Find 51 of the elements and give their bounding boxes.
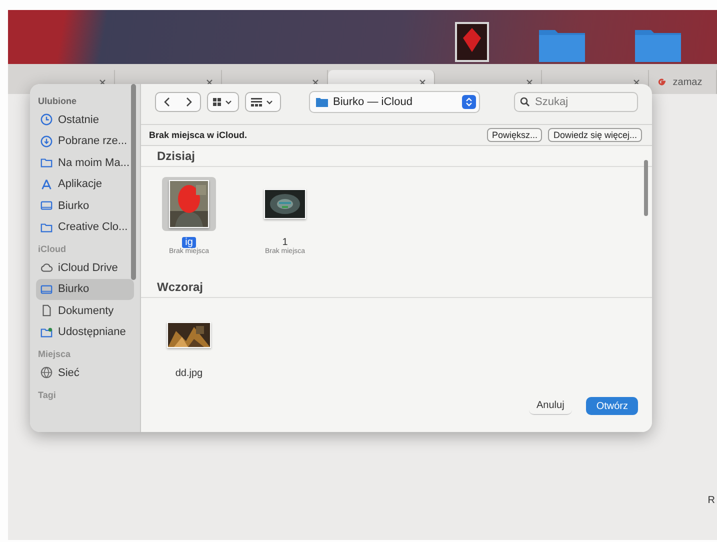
sidebar-item[interactable]: Ostatnie <box>36 109 134 130</box>
folder-icon <box>40 220 53 234</box>
search-icon <box>520 97 530 107</box>
close-icon[interactable] <box>312 78 320 86</box>
open-button[interactable]: Otwórz <box>586 397 638 415</box>
file-name[interactable]: dd.jpg <box>172 368 206 379</box>
sidebar-item[interactable]: Dokumenty <box>36 300 134 322</box>
sidebar-item[interactable]: Pobrane rze... <box>36 130 134 152</box>
close-icon[interactable] <box>98 78 106 86</box>
icon-view-button[interactable] <box>207 92 239 112</box>
clock-icon <box>40 113 53 126</box>
close-icon[interactable] <box>419 78 426 86</box>
file-name[interactable]: 1 <box>279 237 291 248</box>
close-icon[interactable] <box>632 78 640 86</box>
close-icon[interactable] <box>526 78 533 86</box>
sidebar-item[interactable]: iCloud Drive <box>36 257 134 278</box>
search-field[interactable]: Szukaj <box>514 92 638 112</box>
folder-icon <box>316 97 328 107</box>
sidebar-heading: Tagi <box>38 390 57 400</box>
sidebar-item[interactable]: Aplikacje <box>36 174 134 195</box>
thumbnail-highlight[interactable] <box>162 177 216 231</box>
group-view-button[interactable] <box>245 92 281 112</box>
sidebar-heading: Ulubione <box>38 96 78 106</box>
group-heading: Dzisiaj <box>141 146 652 167</box>
close-icon[interactable] <box>206 78 213 86</box>
banner-button[interactable]: Dowiedz się więcej... <box>548 128 642 142</box>
sidebar-item[interactable]: Udostępniane <box>36 322 134 343</box>
location-popup[interactable]: Biurko — iCloud <box>309 91 480 113</box>
banner-button[interactable]: Powiększ... <box>486 128 542 142</box>
cloud-icon <box>40 261 53 274</box>
banner-text: Brak miejsca w iCloud. <box>149 130 248 140</box>
sidebar-item[interactable]: Biurko <box>36 195 134 216</box>
sidebar-heading: iCloud <box>38 244 67 254</box>
sidebar-item[interactable]: Biurko <box>36 278 134 300</box>
sidebar-item[interactable]: Sieć <box>36 362 134 384</box>
shared-icon <box>40 326 53 339</box>
back-forward-control[interactable] <box>155 92 201 112</box>
page-text: R <box>708 495 715 506</box>
folder-icon <box>40 156 53 170</box>
apps-icon <box>40 178 53 191</box>
globe-icon <box>40 366 53 380</box>
file-name[interactable]: ig <box>182 237 196 248</box>
desktop-icon <box>40 282 53 296</box>
desktop-icon <box>40 199 53 212</box>
sidebar-item[interactable]: Na moim Ma... <box>36 152 134 174</box>
group-heading: Wczoraj <box>141 277 652 298</box>
download-icon <box>40 134 53 148</box>
sidebar-heading: Miejsca <box>38 349 72 359</box>
up-down-icon <box>465 97 473 107</box>
sidebar-item[interactable]: Creative Clo... <box>36 216 134 238</box>
doc-icon <box>40 304 53 318</box>
